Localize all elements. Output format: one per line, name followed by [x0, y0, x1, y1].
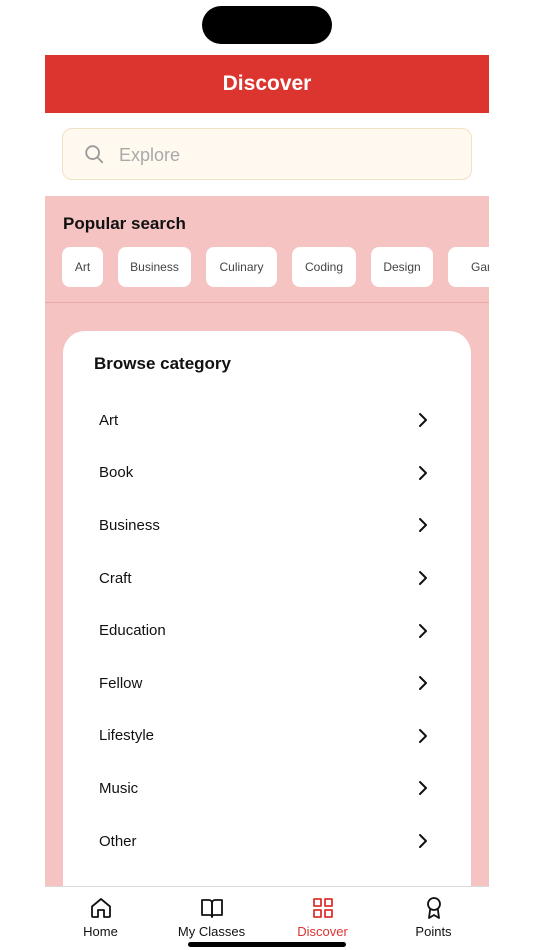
- chevron-right-icon: [419, 676, 427, 691]
- category-item-craft[interactable]: Craft: [63, 552, 471, 605]
- tab-discover[interactable]: Discover: [267, 887, 378, 943]
- chevron-right-icon: [419, 518, 427, 533]
- category-label: Education: [99, 622, 166, 640]
- app-frame: Discover Popular search Art Business Cul…: [45, 55, 489, 887]
- chip-business[interactable]: Business: [118, 247, 191, 287]
- popular-search-chips: Art Business Culinary Coding Design Gam: [62, 247, 489, 287]
- tab-label: My Classes: [177, 924, 246, 939]
- tab-my-classes[interactable]: My Classes: [156, 887, 267, 943]
- grid-icon: [312, 898, 333, 918]
- tab-points[interactable]: Points: [378, 887, 489, 943]
- device-notch: [202, 6, 332, 44]
- home-indicator: [188, 942, 346, 947]
- book-icon: [200, 899, 223, 918]
- chevron-right-icon: [419, 834, 427, 849]
- tab-label: Discover: [297, 924, 348, 939]
- chip-games[interactable]: Gam: [448, 247, 489, 287]
- chip-culinary[interactable]: Culinary: [206, 247, 277, 287]
- search-input[interactable]: [119, 139, 449, 171]
- category-label: Book: [99, 464, 134, 482]
- category-item-book[interactable]: Book: [63, 447, 471, 500]
- tab-home[interactable]: Home: [45, 887, 156, 943]
- search-bar[interactable]: [62, 128, 472, 180]
- section-divider: [45, 302, 489, 303]
- category-label: Art: [99, 411, 119, 429]
- category-label: Lifestyle: [99, 727, 155, 745]
- search-icon: [85, 145, 104, 164]
- chevron-right-icon: [419, 728, 427, 743]
- browse-category-title: Browse category: [94, 354, 231, 373]
- tab-label: Home: [83, 924, 118, 939]
- chevron-right-icon: [419, 623, 427, 638]
- category-label: Craft: [99, 569, 132, 587]
- browse-category-card: Browse category Art Book Business Craft: [63, 331, 471, 887]
- header-bar: Discover: [45, 55, 489, 113]
- category-item-other[interactable]: Other: [63, 815, 471, 868]
- category-item-music[interactable]: Music: [63, 762, 471, 815]
- content-panel: Popular search Art Business Culinary Cod…: [45, 196, 489, 887]
- chevron-right-icon: [419, 465, 427, 480]
- category-item-fellow[interactable]: Fellow: [63, 657, 471, 710]
- category-label: Fellow: [99, 674, 143, 692]
- page-title: Discover: [222, 72, 312, 95]
- chevron-right-icon: [419, 571, 427, 586]
- chevron-right-icon: [419, 413, 427, 428]
- chip-design[interactable]: Design: [371, 247, 433, 287]
- award-icon: [426, 897, 441, 919]
- home-icon: [90, 898, 111, 918]
- category-label: Other: [99, 832, 137, 850]
- bottom-tab-bar: Home My Classes Discover Points: [45, 887, 489, 950]
- category-item-education[interactable]: Education: [63, 604, 471, 657]
- popular-search-title: Popular search: [63, 214, 186, 233]
- category-item-business[interactable]: Business: [63, 499, 471, 552]
- tab-label: Points: [415, 924, 452, 939]
- category-item-lifestyle[interactable]: Lifestyle: [63, 710, 471, 763]
- category-label: Music: [99, 779, 139, 797]
- chip-coding[interactable]: Coding: [292, 247, 356, 287]
- category-item-art[interactable]: Art: [63, 394, 471, 447]
- chevron-right-icon: [419, 781, 427, 796]
- chip-art[interactable]: Art: [62, 247, 103, 287]
- category-label: Business: [99, 516, 160, 534]
- category-list: Art Book Business Craft Education Fellow…: [63, 394, 471, 867]
